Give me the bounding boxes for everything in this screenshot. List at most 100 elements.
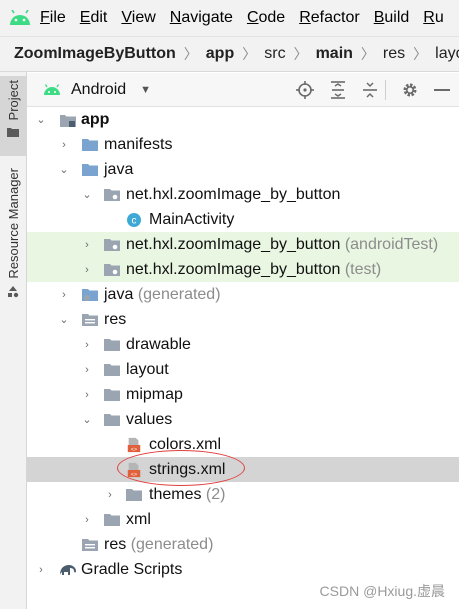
watermark: CSDN @Hxiug.虚晨 xyxy=(319,583,445,599)
folder-icon xyxy=(82,163,98,176)
class-icon: c xyxy=(127,212,141,227)
xml-file-icon: <> xyxy=(127,437,141,452)
tree-row-package-androidtest[interactable]: › net.hxl.zoomImage_by_button (androidTe… xyxy=(27,232,459,257)
breadcrumb-src[interactable]: src xyxy=(264,45,285,63)
tree-label: net.hxl.zoomImage_by_button (test) xyxy=(126,260,382,278)
tree-row-mainactivity[interactable]: c MainActivity xyxy=(27,207,459,232)
chevron-right-icon: 〉 xyxy=(242,46,257,62)
tab-project-label: Project xyxy=(5,80,21,121)
chevron-right-icon: 〉 xyxy=(183,46,198,62)
tree-label: xml xyxy=(126,510,151,528)
breadcrumb: ZoomImageByButton 〉 app 〉 src 〉 main 〉 r… xyxy=(0,36,459,72)
tab-resource-manager[interactable]: Resource Manager xyxy=(0,168,26,318)
tree-row-app[interactable]: ⌄ app xyxy=(27,107,459,132)
tree-row-mipmap[interactable]: › mipmap xyxy=(27,382,459,407)
gradle-elephant-icon xyxy=(60,564,76,575)
tree-row-xml[interactable]: › xml xyxy=(27,507,459,532)
breadcrumb-module[interactable]: app xyxy=(206,45,234,63)
tool-window-strip: Project Resource Manager xyxy=(0,72,27,609)
folder-icon xyxy=(104,363,120,376)
generated-folder-icon xyxy=(82,288,98,301)
highlight-ellipse xyxy=(117,450,245,486)
folder-icon xyxy=(82,138,98,151)
menu-bar: File Edit View Navigate Code Refactor Bu… xyxy=(0,0,459,36)
tree-row-package-test[interactable]: › net.hxl.zoomImage_by_button (test) xyxy=(27,257,459,282)
android-icon xyxy=(43,80,63,100)
toolbar-divider xyxy=(385,80,386,100)
tree-label: layout xyxy=(126,360,169,378)
chevron-right-icon[interactable]: › xyxy=(81,239,93,251)
package-icon xyxy=(104,238,120,251)
android-studio-icon xyxy=(0,0,40,36)
project-tree: ⌄ app › manifests ⌄ java ⌄ net.hxl.zoomI… xyxy=(27,107,459,609)
chevron-down-icon[interactable]: ⌄ xyxy=(81,414,93,426)
tree-row-res-generated[interactable]: res (generated) xyxy=(27,532,459,557)
chevron-down-icon[interactable]: ⌄ xyxy=(81,189,93,201)
tree-row-package[interactable]: ⌄ net.hxl.zoomImage_by_button xyxy=(27,182,459,207)
menu-code[interactable]: Code xyxy=(247,9,285,27)
menu-build[interactable]: Build xyxy=(374,9,410,27)
breadcrumb-res[interactable]: res xyxy=(383,45,405,63)
tree-label: themes (2) xyxy=(149,485,226,503)
tree-row-res[interactable]: ⌄ res xyxy=(27,307,459,332)
chevron-right-icon[interactable]: › xyxy=(35,564,47,576)
locate-icon[interactable] xyxy=(295,80,315,100)
tree-row-colors-xml[interactable]: <> colors.xml xyxy=(27,432,459,457)
chevron-right-icon: 〉 xyxy=(360,46,375,62)
tree-label: drawable xyxy=(126,335,191,353)
chevron-down-icon[interactable]: ⌄ xyxy=(58,314,70,326)
tree-label: manifests xyxy=(104,135,173,153)
folder-icon xyxy=(126,488,142,501)
tree-label: app xyxy=(81,110,110,128)
tree-row-java-generated[interactable]: › java (generated) xyxy=(27,282,459,307)
tree-label: net.hxl.zoomImage_by_button (androidTest… xyxy=(126,235,439,253)
chevron-right-icon[interactable]: › xyxy=(81,339,93,351)
tree-row-themes[interactable]: › themes (2) xyxy=(27,482,459,507)
tree-row-layout[interactable]: › layout xyxy=(27,357,459,382)
menu-view[interactable]: View xyxy=(121,9,155,27)
tree-row-manifests[interactable]: › manifests xyxy=(27,132,459,157)
chevron-right-icon[interactable]: › xyxy=(58,289,70,301)
tab-resource-manager-label: Resource Manager xyxy=(5,168,21,279)
chevron-down-icon[interactable]: ⌄ xyxy=(35,114,47,126)
menu-navigate[interactable]: Navigate xyxy=(170,9,233,27)
menu-refactor[interactable]: Refactor xyxy=(299,9,359,27)
expand-all-icon[interactable] xyxy=(328,80,348,100)
breadcrumb-layout[interactable]: layout xyxy=(435,45,459,63)
chevron-down-icon[interactable]: ▼ xyxy=(140,84,151,96)
chevron-right-icon[interactable]: › xyxy=(81,264,93,276)
menu-run[interactable]: Ru xyxy=(423,9,443,27)
folder-icon xyxy=(7,128,19,138)
folder-icon xyxy=(104,338,120,351)
breadcrumb-main[interactable]: main xyxy=(316,45,353,63)
resource-folder-icon xyxy=(82,538,98,551)
collapse-all-icon[interactable] xyxy=(360,80,380,100)
folder-icon xyxy=(104,388,120,401)
tab-project[interactable]: Project xyxy=(0,76,26,156)
chevron-right-icon[interactable]: › xyxy=(104,489,116,501)
chevron-down-icon[interactable]: ⌄ xyxy=(58,164,70,176)
chevron-right-icon[interactable]: › xyxy=(81,389,93,401)
tree-label: Gradle Scripts xyxy=(81,560,183,578)
resource-manager-icon xyxy=(8,285,19,297)
chevron-right-icon[interactable]: › xyxy=(81,364,93,376)
gear-icon[interactable] xyxy=(400,80,420,100)
tree-row-drawable[interactable]: › drawable xyxy=(27,332,459,357)
chevron-right-icon[interactable]: › xyxy=(58,139,70,151)
view-selector[interactable]: Android xyxy=(71,81,126,99)
chevron-right-icon: 〉 xyxy=(293,46,308,62)
tree-label: java (generated) xyxy=(104,285,221,303)
package-icon xyxy=(104,188,120,201)
chevron-right-icon[interactable]: › xyxy=(81,514,93,526)
module-folder-icon xyxy=(60,114,76,127)
tree-row-values[interactable]: ⌄ values xyxy=(27,407,459,432)
svg-text:c: c xyxy=(132,215,137,226)
project-toolbar: Android ▼ xyxy=(27,73,459,107)
tree-label: MainActivity xyxy=(149,210,235,228)
tree-row-java[interactable]: ⌄ java xyxy=(27,157,459,182)
tree-row-gradle-scripts[interactable]: › Gradle Scripts xyxy=(27,557,459,582)
hide-icon[interactable] xyxy=(432,80,452,100)
menu-file[interactable]: File xyxy=(40,9,66,27)
menu-edit[interactable]: Edit xyxy=(80,9,108,27)
breadcrumb-project[interactable]: ZoomImageByButton xyxy=(14,45,176,63)
